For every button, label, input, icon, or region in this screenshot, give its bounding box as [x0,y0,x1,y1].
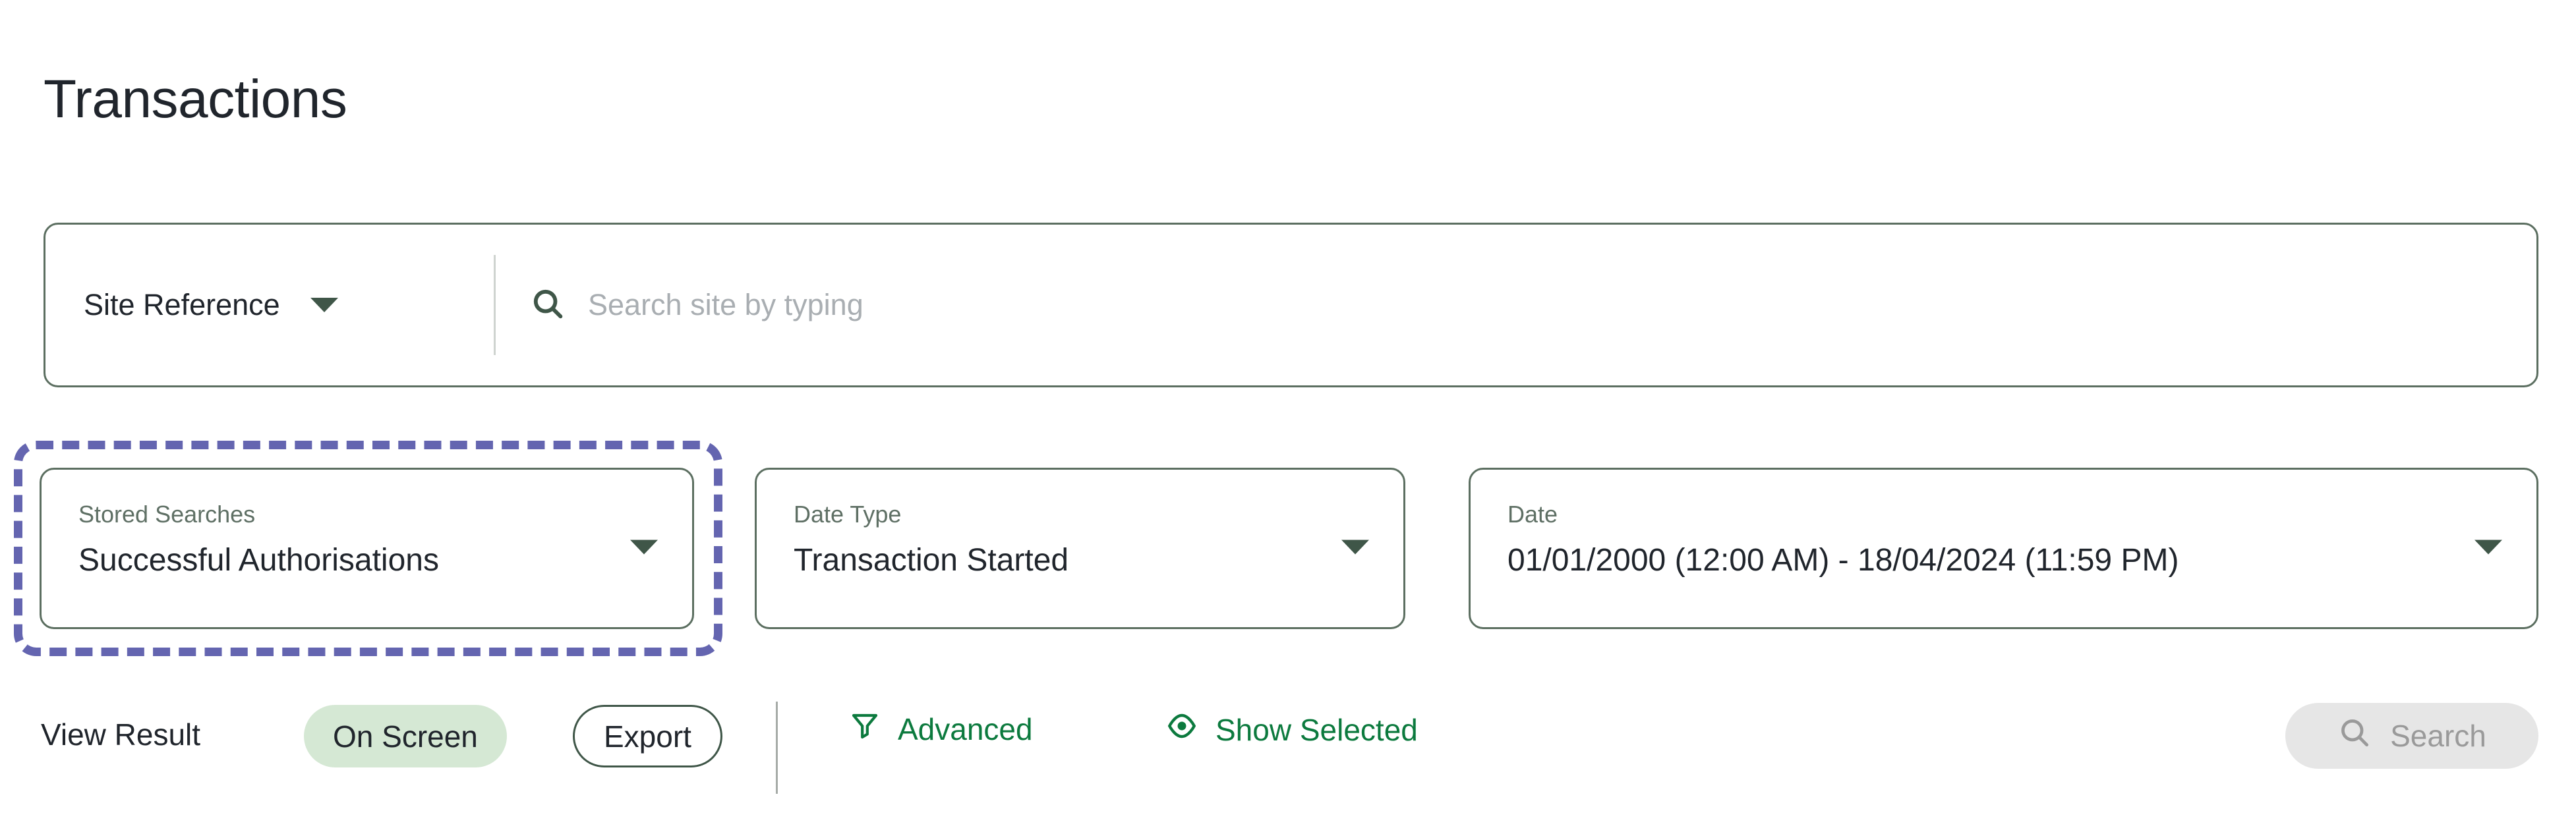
filter-funnel-icon [849,709,881,748]
results-toolbar: View Result On Screen Export Advanced Sh… [0,695,2576,807]
search-icon [2337,715,2372,757]
search-button-label: Search [2390,719,2486,753]
stored-searches-label: Stored Searches [78,501,256,528]
chevron-down-icon [310,298,338,312]
site-search-bar: Site Reference [44,223,2538,387]
site-reference-select[interactable]: Site Reference [45,225,494,385]
date-type-label: Date Type [794,501,902,528]
chevron-down-icon [1341,540,1369,557]
date-type-value: Transaction Started [794,543,1069,578]
site-search-input[interactable] [588,288,2536,322]
toolbar-divider [776,702,778,794]
date-range-value: 01/01/2000 (12:00 AM) - 18/04/2024 (11:5… [1508,543,2179,578]
search-button[interactable]: Search [2285,703,2538,769]
view-result-label: View Result [41,717,201,752]
chevron-down-icon [2474,540,2502,557]
export-button[interactable]: Export [573,705,722,767]
page-title: Transactions [44,69,347,129]
on-screen-toggle-button[interactable]: On Screen [304,705,507,767]
show-selected-button-label: Show Selected [1215,712,1418,747]
site-reference-select-value: Site Reference [84,288,280,321]
show-selected-button[interactable]: Show Selected [1165,709,1418,750]
date-range-label: Date [1508,501,1558,528]
date-range-select[interactable]: Date 01/01/2000 (12:00 AM) - 18/04/2024 … [1469,468,2538,629]
advanced-button-label: Advanced [898,711,1033,746]
chevron-down-icon [630,540,658,557]
advanced-button[interactable]: Advanced [849,709,1033,748]
site-search-input-wrap [496,225,2536,385]
date-type-select[interactable]: Date Type Transaction Started [755,468,1405,629]
eye-icon [1165,709,1198,750]
stored-searches-select[interactable]: Stored Searches Successful Authorisation… [40,468,694,629]
stored-searches-value: Successful Authorisations [78,543,439,578]
search-icon [530,286,566,325]
